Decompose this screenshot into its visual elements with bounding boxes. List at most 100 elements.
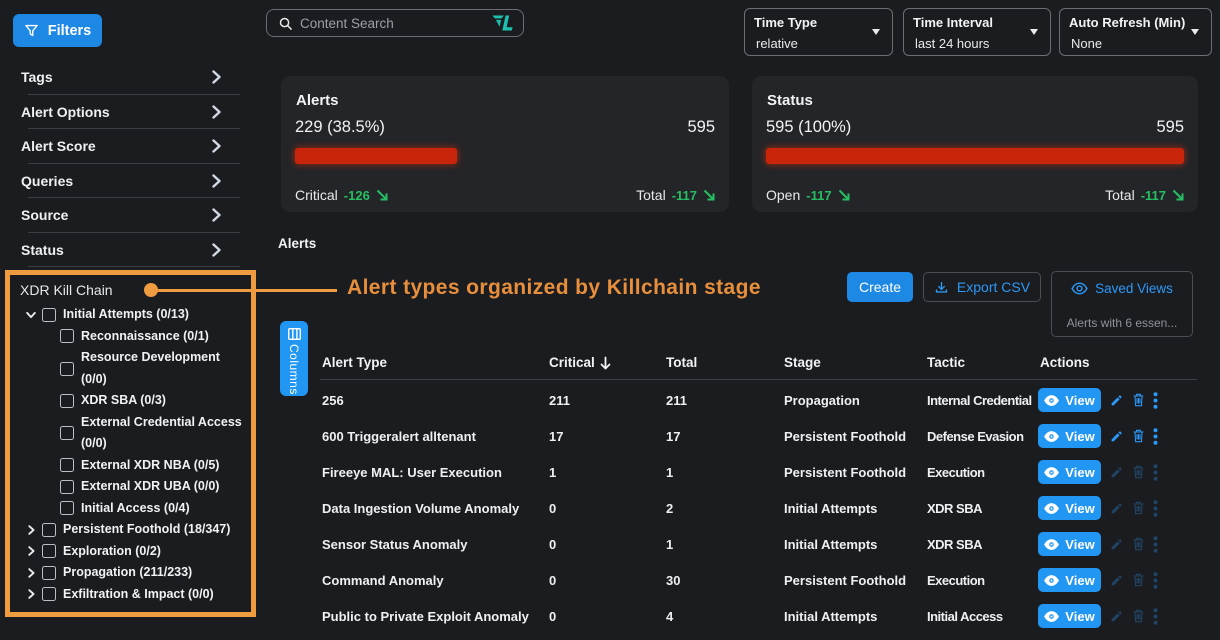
tree-caret-down-icon[interactable] [24,308,37,321]
more-vertical-dots-icon[interactable] [1153,428,1158,445]
view-button[interactable]: View [1038,388,1101,412]
edit-pencil-icon[interactable] [1110,502,1123,515]
more-vertical-dots-icon[interactable] [1153,500,1158,517]
killchain-tree-item[interactable]: External Credential Access (0/0) [10,412,251,455]
header-critical[interactable]: Critical [547,355,664,370]
delete-trash-icon[interactable] [1132,429,1145,443]
header-tactic[interactable]: Tactic [925,355,1038,370]
tree-checkbox[interactable] [42,587,56,601]
card-bar [295,148,457,164]
delete-trash-icon[interactable] [1132,573,1145,587]
sidebar-item-tags[interactable]: Tags [0,60,240,95]
view-button[interactable]: View [1038,424,1101,448]
sidebar-item-source[interactable]: Source [0,198,240,233]
cell-critical: 0 [547,609,664,624]
card-footer-left-delta: -126 [344,188,370,203]
chevron-right-icon [212,139,221,153]
card-footer: Critical -126 Total -117 [295,187,715,203]
tree-item-label: Reconnaissance (0/1) [81,326,209,348]
tree-checkbox[interactable] [42,566,56,580]
killchain-tree-item[interactable]: Initial Attempts (0/13) [10,304,251,326]
auto-refresh-dropdown[interactable]: Auto Refresh (Min) None [1059,8,1212,56]
killchain-tree-item[interactable]: Propagation (211/233) [10,562,251,584]
cell-critical: 0 [547,537,664,552]
edit-pencil-icon[interactable] [1110,394,1123,407]
header-alert-type[interactable]: Alert Type [320,355,547,370]
killchain-tree-item[interactable]: External XDR UBA (0/0) [10,476,251,498]
time-interval-dropdown[interactable]: Time Interval last 24 hours [903,8,1051,56]
killchain-tree-item[interactable]: Reconnaissance (0/1) [10,326,251,348]
killchain-tree-item[interactable]: Exfiltration & Impact (0/0) [10,584,251,606]
sidebar-item-status[interactable]: Status [0,233,240,268]
table-body: 256 211 211 Propagation Internal Credent… [320,382,1197,634]
tree-item-label: Initial Access (0/4) [81,498,190,520]
sidebar-menu-item-label: Tags [21,69,53,85]
delete-trash-icon[interactable] [1132,501,1145,515]
tree-checkbox[interactable] [60,362,74,376]
delete-trash-icon[interactable] [1132,537,1145,551]
filters-button[interactable]: Filters [13,14,102,47]
tree-checkbox[interactable] [42,523,56,537]
tree-checkbox[interactable] [60,480,74,494]
saved-views-label: Saved Views [1095,281,1173,296]
tree-item-label: XDR SBA (0/3) [81,390,166,412]
table-row: Command Anomaly 0 30 Persistent Foothold… [320,562,1197,598]
tree-checkbox[interactable] [60,501,74,515]
edit-pencil-icon[interactable] [1110,574,1123,587]
tree-checkbox[interactable] [42,308,56,322]
alerts-stat-card: Alerts 229 (38.5%) 595 Critical -126 Tot… [281,76,729,212]
card-bar-track [295,148,715,164]
tree-checkbox[interactable] [60,329,74,343]
eye-icon [1044,611,1059,622]
more-vertical-dots-icon[interactable] [1153,536,1158,553]
edit-pencil-icon[interactable] [1110,430,1123,443]
tree-caret-right-icon[interactable] [24,523,37,536]
eye-icon [1071,282,1088,295]
view-button[interactable]: View [1038,532,1101,556]
time-type-dropdown[interactable]: Time Type relative [744,8,893,56]
tree-checkbox[interactable] [42,544,56,558]
more-vertical-dots-icon[interactable] [1153,572,1158,589]
card-footer-right-label: Total [1105,187,1135,203]
killchain-tree-item[interactable]: Exploration (0/2) [10,541,251,563]
delete-trash-icon[interactable] [1132,609,1145,623]
table-row: Fireeye MAL: User Execution 1 1 Persiste… [320,454,1197,490]
edit-pencil-icon[interactable] [1110,466,1123,479]
killchain-tree-item[interactable]: Persistent Foothold (18/347) [10,519,251,541]
delete-trash-icon[interactable] [1132,393,1145,407]
content-search-input[interactable] [300,16,492,31]
header-stage[interactable]: Stage [782,355,925,370]
cell-critical: 0 [547,501,664,516]
sidebar-item-queries[interactable]: Queries [0,164,240,199]
tree-checkbox[interactable] [60,426,74,440]
tree-checkbox[interactable] [60,394,74,408]
killchain-tree-item[interactable]: External XDR NBA (0/5) [10,455,251,477]
delete-trash-icon[interactable] [1132,465,1145,479]
view-button[interactable]: View [1038,460,1101,484]
edit-pencil-icon[interactable] [1110,610,1123,623]
columns-button[interactable]: Columns [280,321,308,396]
more-vertical-dots-icon[interactable] [1153,608,1158,625]
create-button[interactable]: Create [847,272,913,302]
edit-pencil-icon[interactable] [1110,538,1123,551]
killchain-tree-item[interactable]: Resource Development (0/0) [10,347,251,390]
view-button[interactable]: View [1038,604,1101,628]
more-vertical-dots-icon[interactable] [1153,464,1158,481]
tree-caret-right-icon[interactable] [24,566,37,579]
view-button[interactable]: View [1038,496,1101,520]
tree-checkbox[interactable] [60,458,74,472]
header-total[interactable]: Total [664,355,782,370]
cell-critical: 17 [547,429,664,444]
export-csv-button[interactable]: Export CSV [923,272,1041,302]
sidebar-item-alert-options[interactable]: Alert Options [0,95,240,130]
sidebar-item-alert-score[interactable]: Alert Score [0,129,240,164]
tree-caret-right-icon[interactable] [24,545,37,558]
view-button[interactable]: View [1038,568,1101,592]
card-title: Status [767,92,813,109]
more-vertical-dots-icon[interactable] [1153,392,1158,409]
saved-views-panel[interactable]: Saved Views Alerts with 6 essen... [1051,271,1193,337]
killchain-tree-item[interactable]: XDR SBA (0/3) [10,390,251,412]
killchain-tree-item[interactable]: Initial Access (0/4) [10,498,251,520]
cell-total: 4 [664,609,782,624]
tree-caret-right-icon[interactable] [24,588,37,601]
